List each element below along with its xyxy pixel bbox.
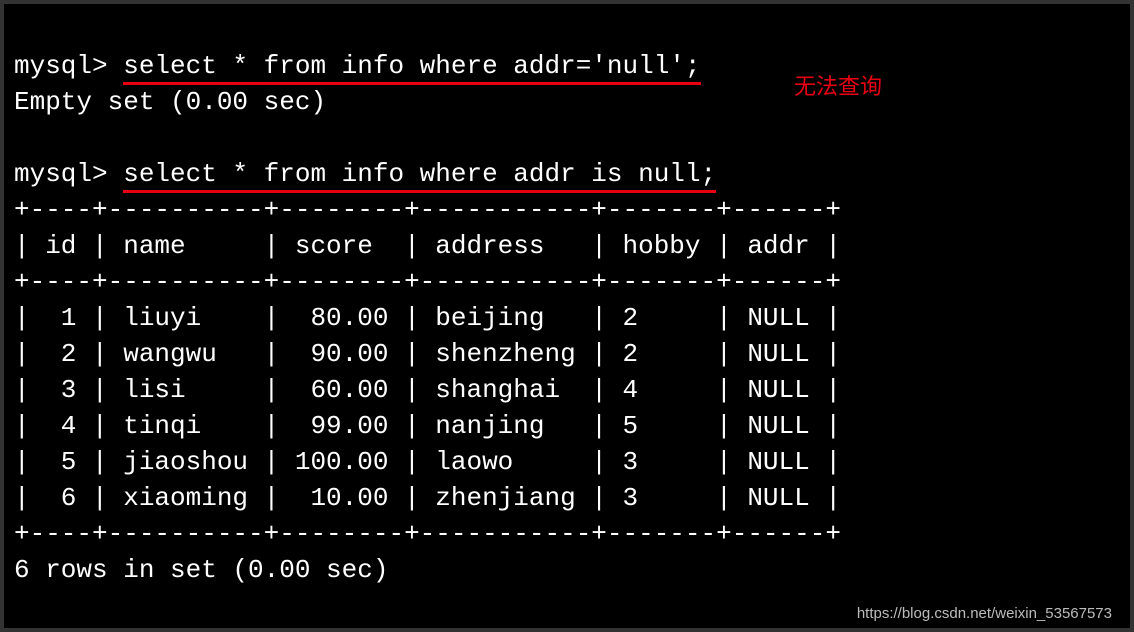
sql-query-2: select * from info where addr is null; [123,159,716,193]
result-row-count: 6 rows in set (0.00 sec) [14,555,388,585]
table-row: | 3 | lisi | 60.00 | shanghai | 4 | NULL… [14,375,841,405]
table-row: | 5 | jiaoshou | 100.00 | laowo | 3 | NU… [14,447,841,477]
result-empty-set: Empty set (0.00 sec) [14,87,326,117]
prompt-1: mysql> [14,51,123,81]
table-header: | id | name | score | address | hobby | … [14,231,841,261]
annotation-cannot-query: 无法查询 [794,76,882,98]
table-border-bottom: +----+----------+--------+-----------+--… [14,519,841,549]
table-row: | 1 | liuyi | 80.00 | beijing | 2 | NULL… [14,303,841,333]
prompt-2: mysql> [14,159,123,189]
watermark-text: https://blog.csdn.net/weixin_53567573 [857,605,1112,622]
table-row: | 4 | tinqi | 99.00 | nanjing | 5 | NULL… [14,411,841,441]
table-row: | 6 | xiaoming | 10.00 | zhenjiang | 3 |… [14,483,841,513]
terminal-output: mysql> select * from info where addr='nu… [4,4,1130,588]
table-border-mid: +----+----------+--------+-----------+--… [14,267,841,297]
sql-query-1: select * from info where addr='null'; [123,51,700,85]
table-border-top: +----+----------+--------+-----------+--… [14,195,841,225]
table-row: | 2 | wangwu | 90.00 | shenzheng | 2 | N… [14,339,841,369]
